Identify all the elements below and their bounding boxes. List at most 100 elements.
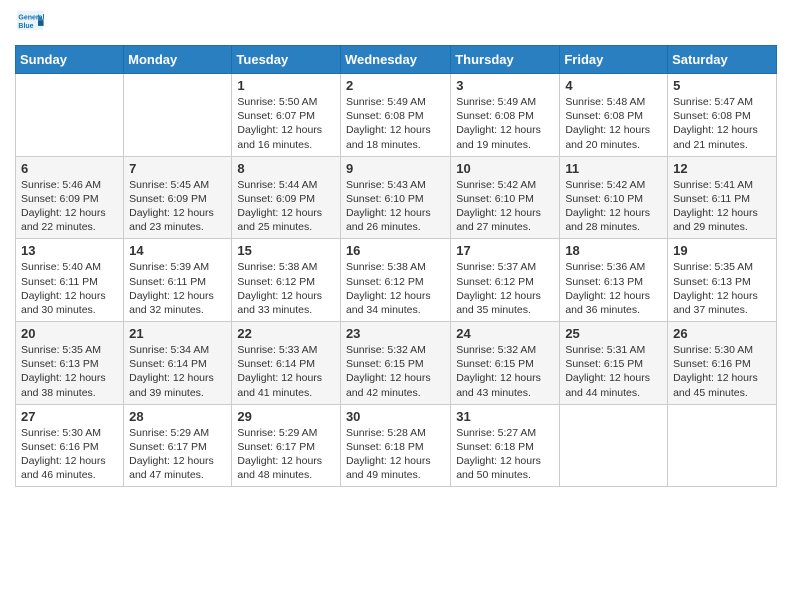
day-info: Sunrise: 5:49 AM Sunset: 6:08 PM Dayligh…: [456, 95, 554, 152]
header-cell-sunday: Sunday: [16, 46, 124, 74]
calendar-body: 1Sunrise: 5:50 AM Sunset: 6:07 PM Daylig…: [16, 74, 777, 487]
day-number: 25: [565, 326, 662, 341]
calendar-cell: 12 Sunrise: 5:41 AM Sunset: 6:11 PM Dayli…: [668, 156, 777, 239]
calendar-cell: 23 Sunrise: 5:32 AM Sunset: 6:15 PM Dayli…: [340, 322, 450, 405]
day-number: 30: [346, 409, 445, 424]
day-number: 12: [673, 161, 771, 176]
day-number: 22: [237, 326, 335, 341]
header-row: SundayMondayTuesdayWednesdayThursdayFrid…: [16, 46, 777, 74]
day-info: Sunrise: 5:32 AM Sunset: 6:15 PM Dayligh…: [456, 343, 554, 400]
day-number: 18: [565, 243, 662, 258]
day-info: Sunrise: 5:44 AM Sunset: 6:09 PM Dayligh…: [237, 178, 335, 235]
calendar-cell: 13 Sunrise: 5:40 AM Sunset: 6:11 PM Dayli…: [16, 239, 124, 322]
calendar-cell: 2Sunrise: 5:49 AM Sunset: 6:08 PM Daylig…: [340, 74, 450, 157]
day-number: 27: [21, 409, 118, 424]
header: General Blue: [15, 10, 777, 37]
calendar-cell: 11 Sunrise: 5:42 AM Sunset: 6:10 PM Dayli…: [560, 156, 668, 239]
day-info: Sunrise: 5:30 AM Sunset: 6:16 PM Dayligh…: [21, 426, 118, 483]
calendar-cell: 5 Sunrise: 5:47 AM Sunset: 6:08 PM Daylig…: [668, 74, 777, 157]
day-number: 17: [456, 243, 554, 258]
day-info: Sunrise: 5:40 AM Sunset: 6:11 PM Dayligh…: [21, 260, 118, 317]
header-cell-friday: Friday: [560, 46, 668, 74]
day-info: Sunrise: 5:42 AM Sunset: 6:10 PM Dayligh…: [565, 178, 662, 235]
day-info: Sunrise: 5:29 AM Sunset: 6:17 PM Dayligh…: [129, 426, 226, 483]
day-number: 14: [129, 243, 226, 258]
calendar-cell: 31 Sunrise: 5:27 AM Sunset: 6:18 PM Dayli…: [451, 404, 560, 487]
day-info: Sunrise: 5:32 AM Sunset: 6:15 PM Dayligh…: [346, 343, 445, 400]
calendar-cell: [560, 404, 668, 487]
calendar-table: SundayMondayTuesdayWednesdayThursdayFrid…: [15, 45, 777, 487]
day-number: 24: [456, 326, 554, 341]
day-info: Sunrise: 5:45 AM Sunset: 6:09 PM Dayligh…: [129, 178, 226, 235]
day-info: Sunrise: 5:48 AM Sunset: 6:08 PM Dayligh…: [565, 95, 662, 152]
day-number: 4: [565, 78, 662, 93]
day-number: 5: [673, 78, 771, 93]
day-info: Sunrise: 5:34 AM Sunset: 6:14 PM Dayligh…: [129, 343, 226, 400]
calendar-cell: 25 Sunrise: 5:31 AM Sunset: 6:15 PM Dayli…: [560, 322, 668, 405]
page: General Blue SundayMondayTuesdayWednesda…: [0, 0, 792, 497]
week-row-3: 20Sunrise: 5:35 AM Sunset: 6:13 PM Dayli…: [16, 322, 777, 405]
calendar-cell: 3 Sunrise: 5:49 AM Sunset: 6:08 PM Daylig…: [451, 74, 560, 157]
day-info: Sunrise: 5:35 AM Sunset: 6:13 PM Dayligh…: [673, 260, 771, 317]
header-cell-saturday: Saturday: [668, 46, 777, 74]
day-number: 6: [21, 161, 118, 176]
day-number: 26: [673, 326, 771, 341]
day-info: Sunrise: 5:27 AM Sunset: 6:18 PM Dayligh…: [456, 426, 554, 483]
day-number: 29: [237, 409, 335, 424]
day-info: Sunrise: 5:41 AM Sunset: 6:11 PM Dayligh…: [673, 178, 771, 235]
calendar-cell: 6 Sunrise: 5:46 AM Sunset: 6:09 PM Daylig…: [16, 156, 124, 239]
day-number: 3: [456, 78, 554, 93]
day-number: 2: [346, 78, 445, 93]
week-row-4: 27 Sunrise: 5:30 AM Sunset: 6:16 PM Dayli…: [16, 404, 777, 487]
calendar-cell: 7Sunrise: 5:45 AM Sunset: 6:09 PM Daylig…: [124, 156, 232, 239]
calendar-header: SundayMondayTuesdayWednesdayThursdayFrid…: [16, 46, 777, 74]
day-info: Sunrise: 5:46 AM Sunset: 6:09 PM Dayligh…: [21, 178, 118, 235]
calendar-cell: 15Sunrise: 5:38 AM Sunset: 6:12 PM Dayli…: [232, 239, 341, 322]
week-row-2: 13 Sunrise: 5:40 AM Sunset: 6:11 PM Dayli…: [16, 239, 777, 322]
calendar-cell: 20Sunrise: 5:35 AM Sunset: 6:13 PM Dayli…: [16, 322, 124, 405]
calendar-cell: [668, 404, 777, 487]
day-info: Sunrise: 5:36 AM Sunset: 6:13 PM Dayligh…: [565, 260, 662, 317]
logo: General Blue: [15, 10, 45, 37]
week-row-1: 6 Sunrise: 5:46 AM Sunset: 6:09 PM Daylig…: [16, 156, 777, 239]
calendar-cell: 18 Sunrise: 5:36 AM Sunset: 6:13 PM Dayli…: [560, 239, 668, 322]
day-info: Sunrise: 5:38 AM Sunset: 6:12 PM Dayligh…: [346, 260, 445, 317]
calendar-cell: 17 Sunrise: 5:37 AM Sunset: 6:12 PM Dayli…: [451, 239, 560, 322]
calendar-cell: 4 Sunrise: 5:48 AM Sunset: 6:08 PM Daylig…: [560, 74, 668, 157]
calendar-cell: [124, 74, 232, 157]
day-number: 11: [565, 161, 662, 176]
day-number: 23: [346, 326, 445, 341]
header-cell-wednesday: Wednesday: [340, 46, 450, 74]
calendar-cell: [16, 74, 124, 157]
day-info: Sunrise: 5:47 AM Sunset: 6:08 PM Dayligh…: [673, 95, 771, 152]
calendar-cell: 19Sunrise: 5:35 AM Sunset: 6:13 PM Dayli…: [668, 239, 777, 322]
day-number: 16: [346, 243, 445, 258]
calendar-cell: 16 Sunrise: 5:38 AM Sunset: 6:12 PM Dayli…: [340, 239, 450, 322]
week-row-0: 1Sunrise: 5:50 AM Sunset: 6:07 PM Daylig…: [16, 74, 777, 157]
day-number: 21: [129, 326, 226, 341]
svg-text:Blue: Blue: [18, 23, 33, 30]
header-cell-thursday: Thursday: [451, 46, 560, 74]
day-number: 31: [456, 409, 554, 424]
header-cell-tuesday: Tuesday: [232, 46, 341, 74]
day-info: Sunrise: 5:31 AM Sunset: 6:15 PM Dayligh…: [565, 343, 662, 400]
calendar-cell: 22Sunrise: 5:33 AM Sunset: 6:14 PM Dayli…: [232, 322, 341, 405]
calendar-cell: 9Sunrise: 5:43 AM Sunset: 6:10 PM Daylig…: [340, 156, 450, 239]
calendar-cell: 26 Sunrise: 5:30 AM Sunset: 6:16 PM Dayli…: [668, 322, 777, 405]
day-number: 8: [237, 161, 335, 176]
day-info: Sunrise: 5:38 AM Sunset: 6:12 PM Dayligh…: [237, 260, 335, 317]
calendar-cell: 21 Sunrise: 5:34 AM Sunset: 6:14 PM Dayli…: [124, 322, 232, 405]
day-info: Sunrise: 5:28 AM Sunset: 6:18 PM Dayligh…: [346, 426, 445, 483]
day-info: Sunrise: 5:37 AM Sunset: 6:12 PM Dayligh…: [456, 260, 554, 317]
calendar-cell: 24 Sunrise: 5:32 AM Sunset: 6:15 PM Dayli…: [451, 322, 560, 405]
day-number: 20: [21, 326, 118, 341]
day-number: 28: [129, 409, 226, 424]
day-info: Sunrise: 5:42 AM Sunset: 6:10 PM Dayligh…: [456, 178, 554, 235]
calendar-cell: 8 Sunrise: 5:44 AM Sunset: 6:09 PM Daylig…: [232, 156, 341, 239]
calendar-cell: 29 Sunrise: 5:29 AM Sunset: 6:17 PM Dayli…: [232, 404, 341, 487]
calendar-cell: 10Sunrise: 5:42 AM Sunset: 6:10 PM Dayli…: [451, 156, 560, 239]
day-number: 13: [21, 243, 118, 258]
calendar-cell: 30 Sunrise: 5:28 AM Sunset: 6:18 PM Dayli…: [340, 404, 450, 487]
day-info: Sunrise: 5:29 AM Sunset: 6:17 PM Dayligh…: [237, 426, 335, 483]
day-info: Sunrise: 5:30 AM Sunset: 6:16 PM Dayligh…: [673, 343, 771, 400]
